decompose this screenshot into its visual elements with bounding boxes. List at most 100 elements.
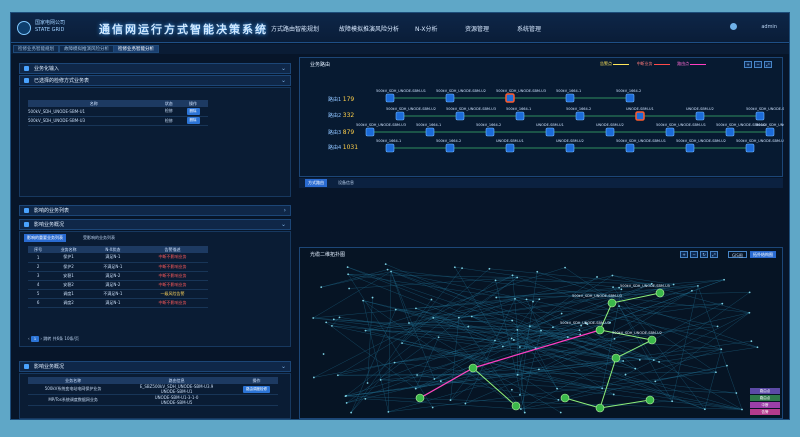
- topo-node[interactable]: [620, 288, 623, 291]
- topo-node[interactable]: [578, 329, 581, 332]
- topo-node[interactable]: [384, 263, 387, 266]
- topo-node[interactable]: [720, 348, 723, 351]
- topo-node[interactable]: [536, 270, 539, 273]
- topo-node[interactable]: [756, 346, 759, 349]
- topo-node[interactable]: [596, 276, 598, 278]
- subtab-affected[interactable]: 受影响的业务列表: [80, 234, 118, 242]
- topo-node[interactable]: [416, 374, 419, 376]
- route-node-icon[interactable]: [415, 393, 425, 403]
- topo-node[interactable]: [540, 329, 542, 332]
- topo-node[interactable]: [449, 399, 452, 402]
- topo-node[interactable]: [414, 387, 417, 390]
- topo-node[interactable]: [512, 339, 515, 341]
- topo-node[interactable]: [723, 278, 725, 281]
- route-node-icon[interactable]: [365, 127, 375, 137]
- topo-node[interactable]: [658, 361, 660, 363]
- topo-node[interactable]: [439, 380, 442, 383]
- topo-node[interactable]: [415, 307, 417, 310]
- tab-device-info[interactable]: 设备信息: [335, 179, 357, 187]
- route-node-icon[interactable]: [725, 127, 735, 137]
- route-node-icon[interactable]: [545, 127, 555, 137]
- topo-node[interactable]: [750, 340, 753, 343]
- topo-node[interactable]: [320, 286, 323, 289]
- route-node-icon[interactable]: [635, 111, 645, 121]
- topo-node[interactable]: [325, 321, 328, 324]
- topo-node[interactable]: [511, 274, 514, 277]
- topo-node[interactable]: [741, 408, 743, 411]
- topo-node[interactable]: [366, 382, 369, 384]
- route-node-icon[interactable]: [385, 93, 395, 103]
- topo-node[interactable]: [432, 317, 435, 319]
- topo-node[interactable]: [437, 336, 440, 339]
- route-node-icon[interactable]: [685, 143, 695, 153]
- topo-node[interactable]: [559, 411, 562, 414]
- route-node-icon[interactable]: [595, 403, 605, 413]
- nav-nx-analysis[interactable]: N-X分析: [415, 24, 437, 33]
- route-node-icon[interactable]: [595, 325, 605, 335]
- topo-node[interactable]: [538, 298, 541, 301]
- delete-button[interactable]: 删除: [186, 117, 200, 124]
- route-node-icon[interactable]: [625, 143, 635, 153]
- route-maintenance-button[interactable]: 路由调度检修: [243, 385, 270, 393]
- route-node-icon[interactable]: [485, 127, 495, 137]
- route-node-icon[interactable]: [505, 143, 515, 153]
- topo-node[interactable]: [433, 378, 436, 380]
- topo-node[interactable]: [386, 268, 389, 271]
- route-node-icon[interactable]: [605, 127, 615, 137]
- nav-system[interactable]: 系统管理: [517, 24, 541, 33]
- topo-node[interactable]: [622, 360, 625, 362]
- topo-node[interactable]: [332, 318, 335, 321]
- section-selected-table[interactable]: 已选择的检修方式业务表 ⌄: [19, 75, 291, 86]
- tab-maintenance-analysis[interactable]: 检修业务智能分析: [113, 45, 159, 53]
- route-node-icon[interactable]: [645, 395, 655, 405]
- subtab-important[interactable]: 影响的重要业务列表: [24, 234, 66, 242]
- topo-node[interactable]: [601, 387, 604, 390]
- topo-node[interactable]: [516, 276, 519, 279]
- topo-node[interactable]: [488, 267, 491, 270]
- topo-node[interactable]: [735, 392, 738, 394]
- section-overview2[interactable]: 影响业务概况 ⌄: [19, 361, 291, 372]
- route-node-icon[interactable]: [765, 127, 775, 137]
- route-node-icon[interactable]: [511, 401, 521, 411]
- topo-node[interactable]: [453, 266, 456, 269]
- topo-node[interactable]: [557, 399, 560, 401]
- topo-node[interactable]: [464, 402, 467, 405]
- topo-node[interactable]: [514, 297, 516, 300]
- tab-route-mode[interactable]: 方式路由: [305, 179, 327, 187]
- topo-node[interactable]: [519, 408, 522, 410]
- route-node-icon[interactable]: [575, 111, 585, 121]
- route-node-icon[interactable]: [455, 111, 465, 121]
- topo-node[interactable]: [748, 311, 751, 314]
- topo-node[interactable]: [344, 395, 347, 398]
- topo-node[interactable]: [331, 324, 333, 327]
- topo-node[interactable]: [494, 339, 496, 342]
- page-number[interactable]: 1: [30, 336, 40, 342]
- topo-node[interactable]: [748, 291, 751, 294]
- topo-node[interactable]: [350, 411, 353, 414]
- topo-node[interactable]: [538, 368, 540, 371]
- topo-node[interactable]: [552, 326, 554, 329]
- route-node-icon[interactable]: [611, 353, 621, 363]
- topo-node[interactable]: [654, 380, 657, 383]
- topo-node[interactable]: [556, 387, 558, 390]
- topo-node[interactable]: [346, 266, 349, 269]
- topo-node[interactable]: [461, 267, 463, 270]
- table-row[interactable]: 5 调度1 不满足N-1 一级风险告警: [28, 289, 208, 299]
- topo-node[interactable]: [672, 283, 675, 286]
- topo-node[interactable]: [371, 296, 374, 299]
- topo-node[interactable]: [528, 325, 531, 328]
- nav-fault-simulation[interactable]: 故障模拟推演风险分析: [339, 24, 399, 33]
- topo-node[interactable]: [511, 319, 514, 322]
- topo-node[interactable]: [518, 393, 521, 396]
- topo-node[interactable]: [322, 353, 325, 355]
- topo-node[interactable]: [721, 302, 724, 305]
- topo-node[interactable]: [715, 371, 717, 374]
- topo-node[interactable]: [652, 359, 655, 361]
- topo-node[interactable]: [691, 289, 693, 292]
- route-node-icon[interactable]: [565, 143, 575, 153]
- route-node-icon[interactable]: [695, 111, 705, 121]
- topo-node[interactable]: [671, 400, 674, 403]
- topo-node[interactable]: [431, 406, 434, 409]
- table-row[interactable]: 6 调度2 满足N-1 中断不影响业务: [28, 298, 208, 308]
- topo-node[interactable]: [312, 317, 315, 319]
